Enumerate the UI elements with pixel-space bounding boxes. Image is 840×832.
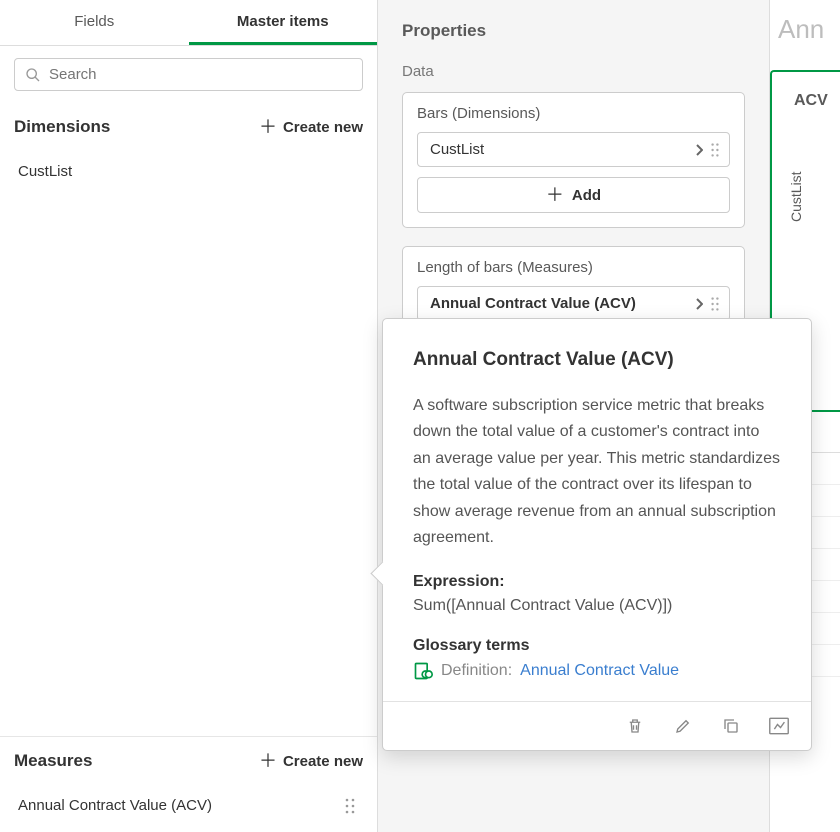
chart-acv-label: ACV	[772, 72, 840, 110]
glossary-link[interactable]: Annual Contract Value	[520, 662, 679, 680]
dimensions-list: CustList	[0, 145, 377, 198]
length-field-pill[interactable]: Annual Contract Value (ACV)	[417, 286, 730, 321]
add-dimension-button[interactable]: ＋ Add	[417, 177, 730, 213]
create-new-label: Create new	[283, 119, 363, 136]
create-measure-button[interactable]: ＋ Create new	[259, 752, 363, 770]
plus-icon: ＋	[546, 186, 564, 204]
glossary-row: Definition: Annual Contract Value	[413, 661, 781, 681]
delete-icon[interactable]	[625, 716, 645, 736]
popover-toolbar	[383, 701, 811, 750]
duplicate-icon[interactable]	[721, 716, 741, 736]
bars-card-title: Bars (Dimensions)	[417, 105, 730, 122]
search-input[interactable]	[49, 66, 352, 83]
plus-icon: ＋	[259, 752, 277, 770]
tab-fields[interactable]: Fields	[0, 0, 189, 45]
bars-card: Bars (Dimensions) CustList ＋ Add	[402, 92, 745, 228]
popover-description: A software subscription service metric t…	[413, 393, 781, 551]
bars-field-pill[interactable]: CustList	[417, 132, 730, 167]
properties-title: Properties	[378, 0, 769, 57]
chevron-right-icon	[695, 298, 703, 310]
chart-y-axis-label: CustList	[788, 171, 804, 222]
left-panel: Fields Master items Dimensions ＋ Create …	[0, 0, 378, 832]
create-new-label: Create new	[283, 753, 363, 770]
measure-item[interactable]: Annual Contract Value (ACV)	[0, 785, 377, 826]
add-label: Add	[572, 187, 601, 204]
dimensions-title: Dimensions	[14, 117, 110, 137]
measures-title: Measures	[14, 751, 92, 771]
measures-list: Annual Contract Value (ACV)	[0, 779, 377, 832]
create-dimension-button[interactable]: ＋ Create new	[259, 118, 363, 136]
dimensions-header: Dimensions ＋ Create new	[0, 103, 377, 145]
expression-label: Expression:	[413, 573, 781, 591]
length-card-title: Length of bars (Measures)	[417, 259, 730, 276]
dimension-item[interactable]: CustList	[0, 151, 377, 192]
measure-item-label: Annual Contract Value (ACV)	[18, 797, 212, 814]
glossary-title: Glossary terms	[413, 637, 781, 655]
data-section-label: Data	[402, 57, 745, 92]
drag-handle-icon[interactable]	[711, 297, 719, 311]
plus-icon: ＋	[259, 118, 277, 136]
length-field-label: Annual Contract Value (ACV)	[430, 295, 636, 312]
search-input-wrap[interactable]	[14, 58, 363, 91]
measures-header: Measures ＋ Create new	[0, 737, 377, 779]
drag-handle-icon[interactable]	[711, 143, 719, 157]
add-to-sheet-icon[interactable]	[769, 716, 789, 736]
edit-icon[interactable]	[673, 716, 693, 736]
glossary-def-label: Definition:	[441, 662, 512, 680]
dimension-item-label: CustList	[18, 163, 72, 180]
chart-big-title: Ann	[778, 14, 824, 45]
drag-handle-icon[interactable]	[341, 798, 359, 814]
chevron-right-icon	[695, 144, 703, 156]
glossary-icon	[413, 661, 433, 681]
expression-value: Sum([Annual Contract Value (ACV)])	[413, 597, 781, 615]
left-tabs: Fields Master items	[0, 0, 377, 46]
measure-detail-popover: Annual Contract Value (ACV) A software s…	[382, 318, 812, 751]
tab-master-items[interactable]: Master items	[189, 0, 378, 45]
bars-field-label: CustList	[430, 141, 484, 158]
search-icon	[25, 67, 41, 83]
popover-title: Annual Contract Value (ACV)	[413, 349, 781, 371]
